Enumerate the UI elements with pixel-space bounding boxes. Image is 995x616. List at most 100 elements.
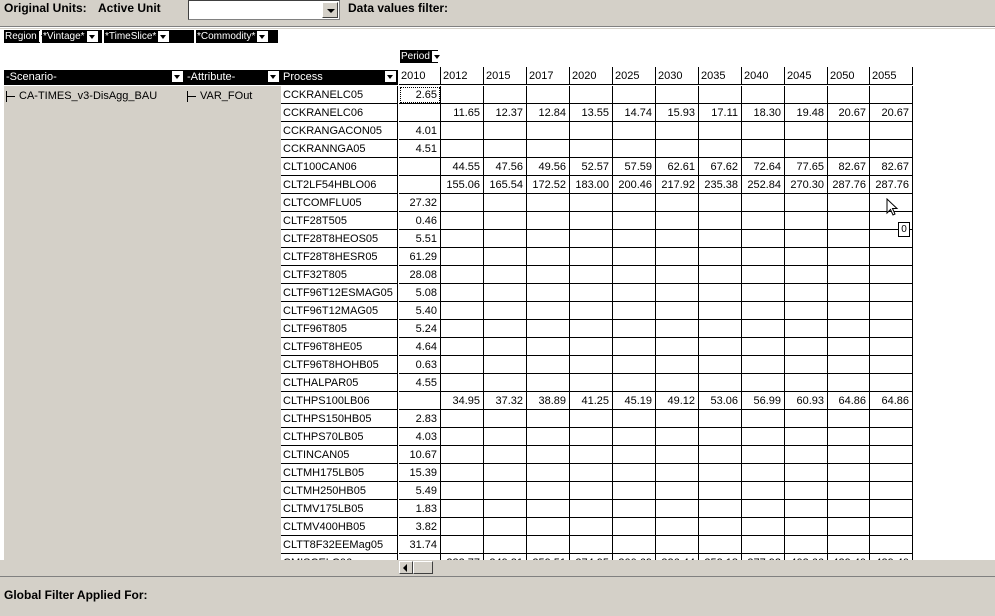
- value-cell[interactable]: [742, 194, 785, 212]
- value-cell[interactable]: 4.64: [399, 338, 441, 356]
- value-cell[interactable]: [613, 230, 656, 248]
- value-cell[interactable]: [742, 356, 785, 374]
- value-cell[interactable]: [828, 140, 870, 158]
- value-cell[interactable]: 31.74: [399, 536, 441, 554]
- value-cell[interactable]: [570, 86, 613, 104]
- value-cell[interactable]: [742, 482, 785, 500]
- value-cell[interactable]: [828, 338, 870, 356]
- value-cell[interactable]: [656, 140, 699, 158]
- value-cell[interactable]: 44.55: [441, 158, 484, 176]
- value-cell[interactable]: [570, 320, 613, 338]
- value-cell[interactable]: [613, 194, 656, 212]
- value-cell[interactable]: [570, 194, 613, 212]
- value-cell[interactable]: [828, 464, 870, 482]
- value-cell[interactable]: [570, 122, 613, 140]
- value-cell[interactable]: [656, 464, 699, 482]
- scroll-thumb[interactable]: [413, 561, 433, 574]
- value-cell[interactable]: [656, 266, 699, 284]
- value-cell[interactable]: [828, 284, 870, 302]
- dropdown-icon[interactable]: [172, 71, 183, 82]
- value-cell[interactable]: [870, 86, 913, 104]
- value-cell[interactable]: [828, 266, 870, 284]
- value-cell[interactable]: [828, 500, 870, 518]
- collapse-icon[interactable]: [6, 90, 17, 102]
- value-cell[interactable]: 12.84: [527, 104, 570, 122]
- value-cell[interactable]: [484, 266, 527, 284]
- value-cell[interactable]: 77.65: [785, 158, 828, 176]
- value-cell[interactable]: [828, 410, 870, 428]
- process-cell[interactable]: CLTCOMFLU05: [281, 194, 398, 212]
- value-cell[interactable]: [441, 320, 484, 338]
- value-cell[interactable]: [785, 284, 828, 302]
- value-cell[interactable]: 57.59: [613, 158, 656, 176]
- value-cell[interactable]: [527, 356, 570, 374]
- value-cell[interactable]: [742, 140, 785, 158]
- value-cell[interactable]: [484, 122, 527, 140]
- process-cell[interactable]: CLTMH175LB05: [281, 464, 398, 482]
- value-cell[interactable]: [870, 518, 913, 536]
- value-cell[interactable]: [441, 446, 484, 464]
- value-cell[interactable]: [785, 86, 828, 104]
- scroll-left-icon[interactable]: [399, 561, 413, 574]
- value-cell[interactable]: 17.11: [699, 104, 742, 122]
- collapse-icon[interactable]: [187, 90, 198, 102]
- value-cell[interactable]: [656, 248, 699, 266]
- filter-1[interactable]: *Vintage*: [42, 30, 102, 43]
- value-cell[interactable]: [656, 302, 699, 320]
- attribute-node[interactable]: VAR_FOut: [187, 90, 252, 102]
- value-cell[interactable]: [742, 86, 785, 104]
- row-header-2[interactable]: Process: [281, 70, 398, 85]
- value-cell[interactable]: [699, 122, 742, 140]
- value-cell[interactable]: [870, 266, 913, 284]
- value-cell[interactable]: [785, 248, 828, 266]
- value-cell[interactable]: [441, 500, 484, 518]
- value-cell[interactable]: [656, 284, 699, 302]
- value-cell[interactable]: [742, 122, 785, 140]
- process-cell[interactable]: CLTINCAN05: [281, 446, 398, 464]
- value-cell[interactable]: [742, 338, 785, 356]
- value-cell[interactable]: [656, 500, 699, 518]
- value-cell[interactable]: [785, 266, 828, 284]
- value-cell[interactable]: [570, 248, 613, 266]
- value-cell[interactable]: [870, 356, 913, 374]
- value-cell[interactable]: [441, 140, 484, 158]
- value-cell[interactable]: 12.37: [484, 104, 527, 122]
- value-cell[interactable]: [699, 212, 742, 230]
- value-cell[interactable]: [484, 518, 527, 536]
- value-cell[interactable]: 287.76: [870, 176, 913, 194]
- value-cell[interactable]: 20.67: [828, 104, 870, 122]
- process-cell[interactable]: CCKRANGACON05: [281, 122, 398, 140]
- value-cell[interactable]: [570, 410, 613, 428]
- value-cell[interactable]: 14.74: [613, 104, 656, 122]
- process-cell[interactable]: CLTF28T8HEOS05: [281, 230, 398, 248]
- value-cell[interactable]: [613, 284, 656, 302]
- value-cell[interactable]: [570, 518, 613, 536]
- value-cell[interactable]: [527, 482, 570, 500]
- value-cell[interactable]: 34.95: [441, 392, 484, 410]
- value-cell[interactable]: [870, 374, 913, 392]
- value-cell[interactable]: [484, 374, 527, 392]
- value-cell[interactable]: [785, 428, 828, 446]
- value-cell[interactable]: 13.55: [570, 104, 613, 122]
- value-cell[interactable]: [441, 212, 484, 230]
- value-cell[interactable]: [484, 302, 527, 320]
- value-cell[interactable]: 20.67: [870, 104, 913, 122]
- process-cell[interactable]: CLTF96T8HE05: [281, 338, 398, 356]
- value-cell[interactable]: 5.24: [399, 320, 441, 338]
- process-cell[interactable]: CLTHALPAR05: [281, 374, 398, 392]
- value-cell[interactable]: [527, 518, 570, 536]
- value-cell[interactable]: [570, 374, 613, 392]
- value-cell[interactable]: [828, 230, 870, 248]
- value-cell[interactable]: [828, 356, 870, 374]
- active-unit-combo[interactable]: [188, 0, 340, 20]
- value-cell[interactable]: [484, 212, 527, 230]
- value-cell[interactable]: [699, 482, 742, 500]
- value-cell[interactable]: [742, 266, 785, 284]
- value-cell[interactable]: [527, 500, 570, 518]
- value-cell[interactable]: [613, 536, 656, 554]
- value-cell[interactable]: 60.93: [785, 392, 828, 410]
- value-cell[interactable]: 4.03: [399, 428, 441, 446]
- value-cell[interactable]: [699, 410, 742, 428]
- value-cell[interactable]: [699, 536, 742, 554]
- process-cell[interactable]: CLTMH250HB05: [281, 482, 398, 500]
